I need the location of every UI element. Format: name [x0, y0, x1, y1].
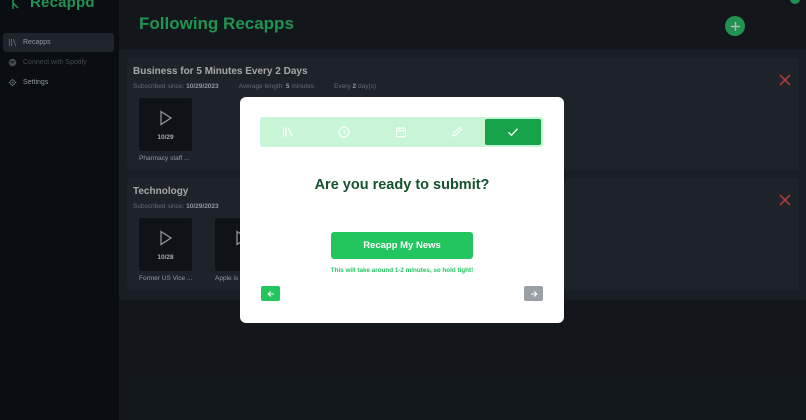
arrow-right-icon	[530, 290, 538, 297]
previous-step-button[interactable]	[261, 286, 280, 301]
step-name[interactable]	[429, 117, 485, 147]
step-schedule[interactable]	[372, 117, 428, 147]
modal-heading: Are you ready to submit?	[314, 177, 490, 193]
step-submit[interactable]	[484, 119, 542, 145]
library-icon	[282, 127, 293, 137]
next-step-button[interactable]	[524, 286, 543, 301]
arrow-left-icon	[266, 290, 274, 297]
submit-modal: Are you ready to submit? Recapp My News …	[240, 97, 564, 323]
wizard-steps	[260, 117, 543, 147]
clock-icon	[338, 126, 350, 138]
step-library[interactable]	[260, 117, 316, 147]
wait-hint: This will take around 1-2 minutes, so ho…	[330, 267, 474, 274]
calendar-icon	[395, 127, 406, 138]
check-icon	[507, 128, 518, 137]
pencil-icon	[451, 126, 462, 137]
step-length[interactable]	[316, 117, 372, 147]
recapp-my-news-button[interactable]: Recapp My News	[331, 232, 473, 259]
